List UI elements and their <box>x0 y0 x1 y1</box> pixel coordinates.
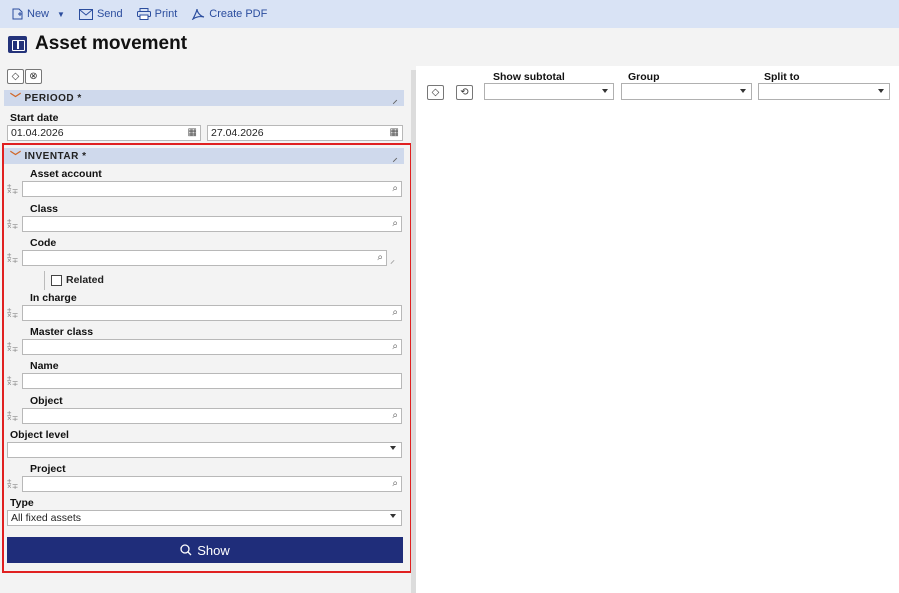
collapse-button[interactable]: ⟲ <box>456 85 473 100</box>
show-subtotal-select[interactable] <box>484 83 614 100</box>
create-pdf-button-label: Create PDF <box>209 8 268 20</box>
print-button-label: Print <box>154 8 178 20</box>
object-level-select[interactable] <box>7 442 402 458</box>
dropdown-arrow-icon[interactable] <box>390 446 396 450</box>
wrench-icon[interactable]: ⸝ <box>390 252 395 266</box>
class-input[interactable]: ⌕ <box>22 216 402 232</box>
report-icon <box>8 35 27 53</box>
start-date-label: Start date <box>10 112 59 124</box>
asset-account-input[interactable]: ⌕ <box>22 181 402 197</box>
operator-icon[interactable]: ± ×∓ <box>7 410 18 423</box>
dropdown-arrow-icon[interactable] <box>740 89 746 93</box>
create-pdf-button[interactable]: Create PDF <box>191 8 267 20</box>
related-label: Related <box>66 274 104 286</box>
dropdown-arrow-icon[interactable] <box>602 89 608 93</box>
operator-icon[interactable]: ± ×∓ <box>7 218 18 231</box>
report-options-panel <box>416 66 899 593</box>
section-inventar-header[interactable]: ﹀ INVENTAR * ⸝ <box>4 148 404 164</box>
asset-account-label: Asset account <box>30 168 102 180</box>
code-label: Code <box>30 237 57 249</box>
new-button[interactable]: New ▼ <box>12 8 65 20</box>
section-periood-header[interactable]: ﹀ PERIOOD * ⸝ <box>4 90 404 106</box>
search-icon[interactable]: ⌕ <box>392 409 398 423</box>
start-date-value: 01.04.2026 <box>11 127 64 139</box>
new-document-icon <box>12 8 23 20</box>
page-header: Asset movement <box>8 33 187 55</box>
show-button[interactable]: Show <box>7 537 403 563</box>
operator-icon[interactable]: ± ×∓ <box>7 252 18 265</box>
group-select[interactable] <box>621 83 752 100</box>
calendar-icon[interactable]: ▦ <box>390 126 399 140</box>
object-level-label: Object level <box>10 429 69 441</box>
operator-icon[interactable]: ± ×∓ <box>7 307 18 320</box>
search-icon[interactable]: ⌕ <box>377 251 383 265</box>
top-toolbar: New ▼ Send Print Create PDF <box>0 0 899 28</box>
mail-icon <box>78 8 93 20</box>
section-periood-title: PERIOOD * <box>24 92 82 104</box>
operator-icon[interactable]: ± ×∓ <box>7 341 18 354</box>
group-label: Group <box>628 71 660 83</box>
dropdown-arrow-icon[interactable] <box>878 89 884 93</box>
split-to-label: Split to <box>764 71 800 83</box>
type-label: Type <box>10 497 34 509</box>
operator-icon[interactable]: ± ×∓ <box>7 183 18 196</box>
type-select-value: All fixed assets <box>11 512 82 524</box>
search-icon[interactable]: ⌕ <box>392 477 398 491</box>
project-input[interactable]: ⌕ <box>22 476 402 492</box>
split-to-select[interactable] <box>758 83 890 100</box>
type-select[interactable]: All fixed assets <box>7 510 402 526</box>
send-button-label: Send <box>96 8 123 20</box>
chevron-down-icon: ﹀ <box>10 151 22 163</box>
printer-icon <box>136 8 151 20</box>
chevron-down-icon[interactable]: ▼ <box>57 10 65 19</box>
start-date-field[interactable]: 01.04.2026 ▦ <box>7 125 201 141</box>
name-label: Name <box>30 360 59 372</box>
dropdown-arrow-icon[interactable] <box>390 514 396 518</box>
end-date-value: 27.04.2026 <box>211 127 264 139</box>
in-charge-input[interactable]: ⌕ <box>22 305 402 321</box>
show-subtotal-label: Show subtotal <box>493 71 565 83</box>
code-input[interactable]: ⌕ <box>22 250 387 266</box>
calendar-icon[interactable]: ▦ <box>188 126 197 140</box>
master-class-label: Master class <box>30 326 94 338</box>
class-label: Class <box>30 203 59 215</box>
pdf-icon <box>192 8 205 20</box>
related-checkbox[interactable] <box>51 275 62 286</box>
operator-icon[interactable]: ± ×∓ <box>7 478 18 491</box>
expand-button[interactable]: ◇ <box>427 85 444 100</box>
expand-all-button[interactable]: ◇ <box>7 69 24 84</box>
clear-all-button[interactable]: ⊗ <box>25 69 42 84</box>
section-inventar-title: INVENTAR * <box>24 150 87 162</box>
search-icon[interactable]: ⌕ <box>392 217 398 231</box>
operator-icon[interactable]: ± ×∓ <box>7 375 18 388</box>
wrench-icon[interactable]: ⸝ <box>393 150 399 164</box>
search-icon[interactable]: ⌕ <box>392 340 398 354</box>
wrench-icon[interactable]: ⸝ <box>393 92 399 106</box>
object-input[interactable]: ⌕ <box>22 408 402 424</box>
name-input[interactable] <box>22 373 402 389</box>
project-label: Project <box>30 463 66 475</box>
print-button[interactable]: Print <box>136 8 178 20</box>
object-label: Object <box>30 395 63 407</box>
search-icon <box>180 544 192 556</box>
page-title: Asset movement <box>35 33 188 54</box>
new-button-label: New <box>27 8 50 20</box>
search-icon[interactable]: ⌕ <box>392 306 398 320</box>
master-class-input[interactable]: ⌕ <box>22 339 402 355</box>
search-icon[interactable]: ⌕ <box>392 182 398 196</box>
end-date-field[interactable]: 27.04.2026 ▦ <box>207 125 403 141</box>
send-button[interactable]: Send <box>78 8 123 20</box>
show-button-label: Show <box>197 542 230 558</box>
in-charge-label: In charge <box>30 292 77 304</box>
chevron-down-icon: ﹀ <box>10 93 22 105</box>
related-divider <box>44 271 45 290</box>
